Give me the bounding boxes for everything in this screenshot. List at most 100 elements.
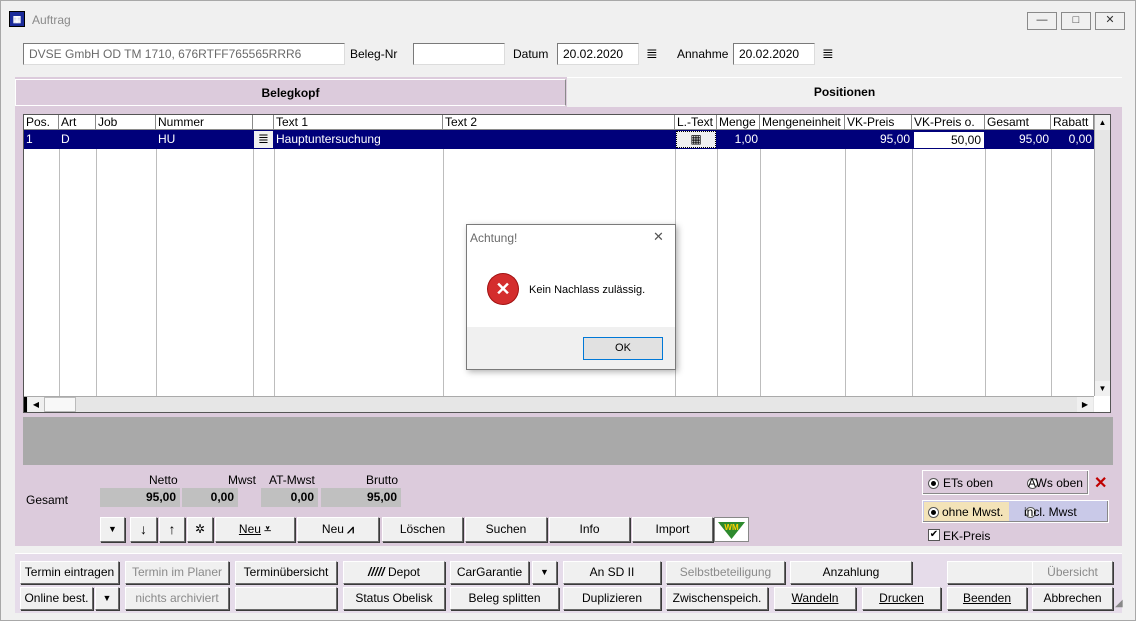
- depot-button[interactable]: ///// Depot: [343, 561, 445, 584]
- move-down-icon[interactable]: ↓: [130, 517, 157, 542]
- cell-vk-preis-o-input[interactable]: 50,00: [913, 131, 985, 149]
- cell-rabatt[interactable]: 0,00: [1051, 130, 1094, 149]
- col-header-vk-preis[interactable]: VK-Preis: [845, 115, 912, 130]
- termin-im-planer-button[interactable]: Termin im Planer: [125, 561, 229, 584]
- depot-label: Depot: [387, 565, 421, 579]
- dialog-ok-button[interactable]: OK: [583, 337, 663, 360]
- online-best-dropdown-icon[interactable]: ▼: [95, 587, 119, 610]
- grid-line: [96, 149, 97, 396]
- close-red-icon[interactable]: ✕: [1094, 473, 1107, 493]
- netto-label: Netto: [149, 473, 178, 487]
- minimize-button[interactable]: —: [1027, 12, 1057, 30]
- mwst-options: ohne Mwst. incl. Mwst: [922, 500, 1109, 523]
- grid-line: [985, 149, 986, 396]
- neu-below-button[interactable]: Neu ⩡: [215, 517, 295, 542]
- cell-gesamt[interactable]: 95,00: [985, 130, 1051, 149]
- status-obelisk-button[interactable]: Status Obelisk: [343, 587, 445, 610]
- incl-mwst-label[interactable]: incl. Mwst: [1024, 505, 1077, 519]
- ets-oben-radio[interactable]: [928, 478, 939, 489]
- datum-input[interactable]: 20.02.2020: [557, 43, 639, 65]
- brutto-value: 95,00: [321, 488, 401, 507]
- horizontal-scrollbar[interactable]: ◀ ▶: [24, 396, 1094, 412]
- drucken-button[interactable]: Drucken: [862, 587, 941, 610]
- col-header-menge[interactable]: Menge: [717, 115, 760, 130]
- scroll-thumb[interactable]: [44, 397, 76, 412]
- tab-positionen[interactable]: Positionen: [567, 77, 1122, 107]
- col-header-nummer[interactable]: Nummer: [156, 115, 253, 130]
- cell-menge[interactable]: 1,00: [717, 130, 760, 149]
- scroll-left-icon[interactable]: ◀: [28, 397, 44, 412]
- col-header-ltext[interactable]: L.-Text: [675, 115, 717, 130]
- cell-art[interactable]: D: [59, 130, 96, 149]
- import-button[interactable]: Import: [632, 517, 713, 542]
- selbstbeteiligung-button[interactable]: Selbstbeteiligung: [666, 561, 785, 584]
- an-sd-ii-button[interactable]: An SD II: [563, 561, 661, 584]
- cell-text2[interactable]: [443, 130, 675, 149]
- cell-vk-preis[interactable]: 95,00: [845, 130, 912, 149]
- col-header-job[interactable]: Job: [96, 115, 156, 130]
- ohne-mwst-label[interactable]: ohne Mwst.: [942, 505, 1003, 519]
- duplizieren-button[interactable]: Duplizieren: [563, 587, 661, 610]
- cell-text1[interactable]: Hauptuntersuchung: [274, 130, 443, 149]
- col-header-rabatt[interactable]: Rabatt: [1051, 115, 1094, 130]
- cell-pos[interactable]: 1: [24, 130, 59, 149]
- scroll-up-icon[interactable]: ▲: [1095, 115, 1110, 130]
- wm-logo-button[interactable]: WM: [714, 517, 749, 542]
- restore-button[interactable]: □: [1061, 12, 1091, 30]
- abbrechen-button[interactable]: Abbrechen: [1032, 587, 1113, 610]
- gesamt-label: Gesamt: [26, 493, 69, 507]
- termin-eintragen-button[interactable]: Termin eintragen: [20, 561, 119, 584]
- anzahlung-button[interactable]: Anzahlung: [790, 561, 912, 584]
- beenden-button[interactable]: Beenden: [947, 587, 1027, 610]
- move-up-icon[interactable]: ↑: [159, 517, 185, 542]
- beenden-label: Beenden: [962, 591, 1012, 605]
- col-header-text2[interactable]: Text 2: [443, 115, 675, 130]
- col-header-blank[interactable]: [253, 115, 274, 130]
- grid-line: [274, 149, 275, 396]
- neu-between-button[interactable]: Neu ⩘: [297, 517, 379, 542]
- scroll-right-icon[interactable]: ▶: [1077, 397, 1093, 412]
- terminuebersicht-button[interactable]: Terminübersicht: [235, 561, 337, 584]
- row-detail-button[interactable]: ≣: [254, 131, 273, 148]
- menu-dropdown-button[interactable]: ▼: [100, 517, 125, 542]
- wandeln-button[interactable]: Wandeln: [774, 587, 856, 610]
- tab-belegkopf[interactable]: Belegkopf: [15, 79, 566, 106]
- vertical-scrollbar[interactable]: ▲ ▼: [1094, 115, 1110, 396]
- ltext-button[interactable]: ▦: [676, 131, 716, 148]
- cargarantie-dropdown-icon[interactable]: ▼: [532, 561, 557, 584]
- col-header-vk-preis-o[interactable]: VK-Preis o.: [912, 115, 985, 130]
- datum-calendar-icon[interactable]: ≣: [646, 45, 658, 62]
- loeschen-button[interactable]: Löschen: [382, 517, 463, 542]
- ets-oben-label[interactable]: ETs oben: [943, 476, 993, 490]
- online-best-button[interactable]: Online best.: [20, 587, 93, 610]
- nichts-archiviert-button[interactable]: nichts archiviert: [125, 587, 229, 610]
- scroll-down-icon[interactable]: ▼: [1095, 381, 1110, 396]
- cargarantie-button[interactable]: CarGarantie: [450, 561, 529, 584]
- annahme-input[interactable]: 20.02.2020: [733, 43, 815, 65]
- col-header-mengeneinheit[interactable]: Mengeneinheit: [760, 115, 845, 130]
- ohne-mwst-radio[interactable]: [928, 507, 939, 518]
- beleg-splitten-button[interactable]: Beleg splitten: [450, 587, 559, 610]
- dialog-close-icon[interactable]: ✕: [653, 229, 664, 245]
- blank-button-row2[interactable]: [235, 587, 337, 610]
- annahme-calendar-icon[interactable]: ≣: [822, 45, 834, 62]
- cell-einheit[interactable]: [760, 130, 845, 149]
- suchen-button[interactable]: Suchen: [465, 517, 547, 542]
- uebersicht-button[interactable]: Übersicht: [1032, 561, 1113, 584]
- resize-grip-icon[interactable]: ◢: [1115, 598, 1123, 609]
- col-header-gesamt[interactable]: Gesamt: [985, 115, 1051, 130]
- col-header-text1[interactable]: Text 1: [274, 115, 443, 130]
- col-header-art[interactable]: Art: [59, 115, 96, 130]
- aws-oben-label[interactable]: AWs oben: [1028, 476, 1083, 490]
- customer-field[interactable]: DVSE GmbH OD TM 1710, 676RTFF765565RRR6: [23, 43, 345, 65]
- close-window-button[interactable]: ✕: [1095, 12, 1125, 30]
- info-button[interactable]: Info: [549, 517, 630, 542]
- cell-job[interactable]: [96, 130, 156, 149]
- cell-nummer[interactable]: HU: [156, 130, 253, 149]
- settings-icon[interactable]: ✲: [187, 517, 213, 542]
- ek-preis-label[interactable]: EK-Preis: [943, 529, 990, 543]
- zwischenspeichern-button[interactable]: Zwischenspeich.: [666, 587, 768, 610]
- ek-preis-checkbox[interactable]: ✔: [928, 529, 940, 541]
- col-header-pos[interactable]: Pos.: [24, 115, 59, 130]
- beleg-nr-input[interactable]: [413, 43, 505, 65]
